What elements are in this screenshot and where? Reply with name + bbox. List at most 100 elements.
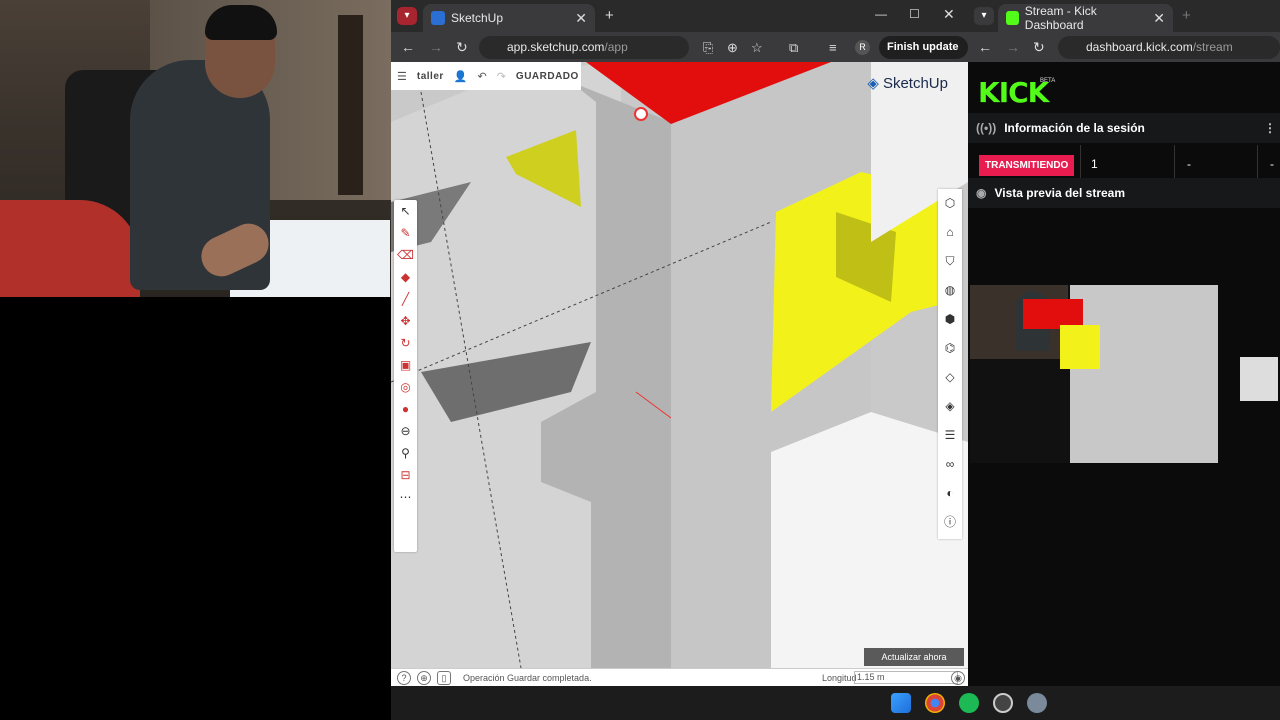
finish-update-label: Finish update [887,41,959,53]
measurement-icon[interactable]: ◉ [951,670,965,685]
kick-new-tab-icon[interactable]: + [1182,7,1191,24]
tags-icon[interactable]: ⬢ [938,305,962,334]
kick-url-path: /stream [1192,40,1233,54]
zoom-tool-icon[interactable]: ⚲ [394,442,417,464]
components-icon[interactable]: ⌂ [938,218,962,247]
kick-forward-icon[interactable]: → [1006,39,1020,55]
move-tool-icon[interactable]: ✥ [394,310,417,332]
scenes-icon[interactable]: ⌬ [938,334,962,363]
save-status: GUARDADO [515,70,579,82]
webcam-feed [0,0,391,297]
length-input[interactable]: 1.15 m [854,671,958,684]
chrome-icon[interactable] [925,693,945,713]
select-tool-icon[interactable]: ↖ [394,200,417,222]
url-field[interactable]: app.sketchup.com/app [479,36,689,59]
preview-yellow-block [1060,325,1100,369]
kick-tab-title: Stream - Kick Dashboard [1024,4,1097,32]
tab-kick-dashboard[interactable]: Stream - Kick Dashboard ✕ [998,4,1173,32]
stat-value-3: - [1270,157,1274,171]
reload-icon[interactable]: ↻ [456,39,468,56]
tab-search-button[interactable]: ▾ [397,7,417,25]
settings-gear-icon[interactable] [1027,693,1047,713]
info-icon[interactable]: ⓘ [938,508,962,537]
more-tools-icon[interactable]: ⋯ [394,486,417,508]
redo-icon[interactable]: ↷ [497,70,506,83]
kick-url-host: dashboard.kick.com [1086,40,1193,54]
kick-favicon-icon [1006,11,1019,25]
display-icon[interactable]: ∞ [938,450,962,479]
new-tab-icon[interactable]: + [605,7,614,24]
sketchup-browser-window: ▾ SketchUp ✕ + — ☐ ✕ ← → ↻ app.sketchup.… [391,0,968,686]
outliner-icon[interactable]: ☰ [938,421,962,450]
sketchup-logo-icon: ◈ [867,75,879,92]
minimize-icon[interactable]: — [875,7,887,21]
viewer-count: 1 [1091,157,1098,171]
tab-sketchup[interactable]: SketchUp ✕ [423,4,595,32]
media-icon[interactable]: ≡ [829,40,837,55]
undo-icon[interactable]: ↶ [477,70,486,83]
close-window-icon[interactable]: ✕ [943,6,955,23]
rotate-tool-icon[interactable]: ↻ [394,332,417,354]
tab-title: SketchUp [451,11,504,25]
back-icon[interactable]: ← [401,39,415,55]
profile-avatar[interactable]: R [855,40,870,55]
install-app-icon[interactable]: ⎘ [703,40,713,56]
shadows-icon[interactable]: ◇ [938,363,962,392]
sketchup-canvas[interactable]: ☰ taller 👤 ↶ ↷ GUARDADO ◈ SketchUp 🔍 ↖ ✎… [391,62,968,668]
preview-sketchup [1070,285,1218,463]
broadcast-icon: ((•)) [976,121,997,135]
webcam-red-cloth [0,200,140,297]
mouse-icon[interactable]: ▯ [437,670,451,685]
materials-icon[interactable]: ⛉ [938,247,962,276]
scale-tool-icon[interactable]: ▣ [394,354,417,376]
solid-tools-icon[interactable]: ◐ [938,479,962,508]
kick-close-tab-icon[interactable]: ✕ [1153,10,1165,27]
preview-icon: ◉ [976,186,987,200]
finish-update-button[interactable]: Finish update ⋮ [879,36,968,76]
pencil-tool-icon[interactable]: ✎ [394,222,417,244]
preview-nested-thumbnail [1240,357,1278,401]
tape-tool-icon[interactable]: ● [394,398,417,420]
kick-tab-search-button[interactable]: ▾ [974,7,994,25]
kick-logo[interactable]: KICK [978,76,1049,109]
left-toolbar: ↖ ✎ ⌫ ◆ ╱ ✥ ↻ ▣ ◎ ● ⊖ ⚲ ⊟ ⋯ [394,200,417,552]
menu-icon[interactable]: ☰ [397,70,407,83]
windows-start-icon[interactable] [891,693,911,713]
bookmark-star-icon[interactable]: ☆ [751,40,763,56]
maximize-icon[interactable]: ☐ [909,7,920,21]
section-tool-icon[interactable]: ⊟ [394,464,417,486]
extensions-icon[interactable]: ⧉ [789,40,798,56]
line-tool-icon[interactable]: ╱ [394,288,417,310]
zoom-icon[interactable]: ⊕ [727,40,738,56]
webcam-door [338,15,363,195]
more-options-icon[interactable]: ⋮ [1264,121,1276,135]
offset-tool-icon[interactable]: ◎ [394,376,417,398]
forward-icon[interactable]: → [429,39,443,55]
stat-divider [1257,145,1258,178]
help-icon[interactable]: ? [397,670,411,685]
kick-url-field[interactable]: dashboard.kick.com/stream [1058,36,1280,59]
entity-info-icon[interactable]: ⬡ [938,189,962,218]
cursor-marker [634,107,648,121]
styles-icon[interactable]: ◍ [938,276,962,305]
user-icon[interactable]: 👤 [454,70,468,83]
session-info-title: Información de la sesión [1004,121,1145,135]
sketchup-brand: SketchUp [882,74,948,92]
kick-reload-icon[interactable]: ↻ [1033,39,1045,56]
soften-icon[interactable]: ◈ [938,392,962,421]
orbit-tool-icon[interactable]: ⊖ [394,420,417,442]
globe-icon[interactable]: ⊕ [417,670,431,685]
paint-tool-icon[interactable]: ◆ [394,266,417,288]
close-tab-icon[interactable]: ✕ [575,10,587,27]
update-now-button[interactable]: Actualizar ahora [864,648,964,666]
kick-tab-bar: ▾ Stream - Kick Dashboard ✕ + [968,0,1280,32]
spotify-icon[interactable] [959,693,979,713]
kick-back-icon[interactable]: ← [978,39,992,55]
eraser-tool-icon[interactable]: ⌫ [394,244,417,266]
model-viewport[interactable] [391,62,968,668]
obs-icon[interactable] [993,693,1013,713]
stat-divider [1080,145,1081,178]
stream-preview-video[interactable] [970,285,1280,463]
file-name[interactable]: taller [417,71,444,82]
sketchup-favicon-icon [431,11,445,25]
